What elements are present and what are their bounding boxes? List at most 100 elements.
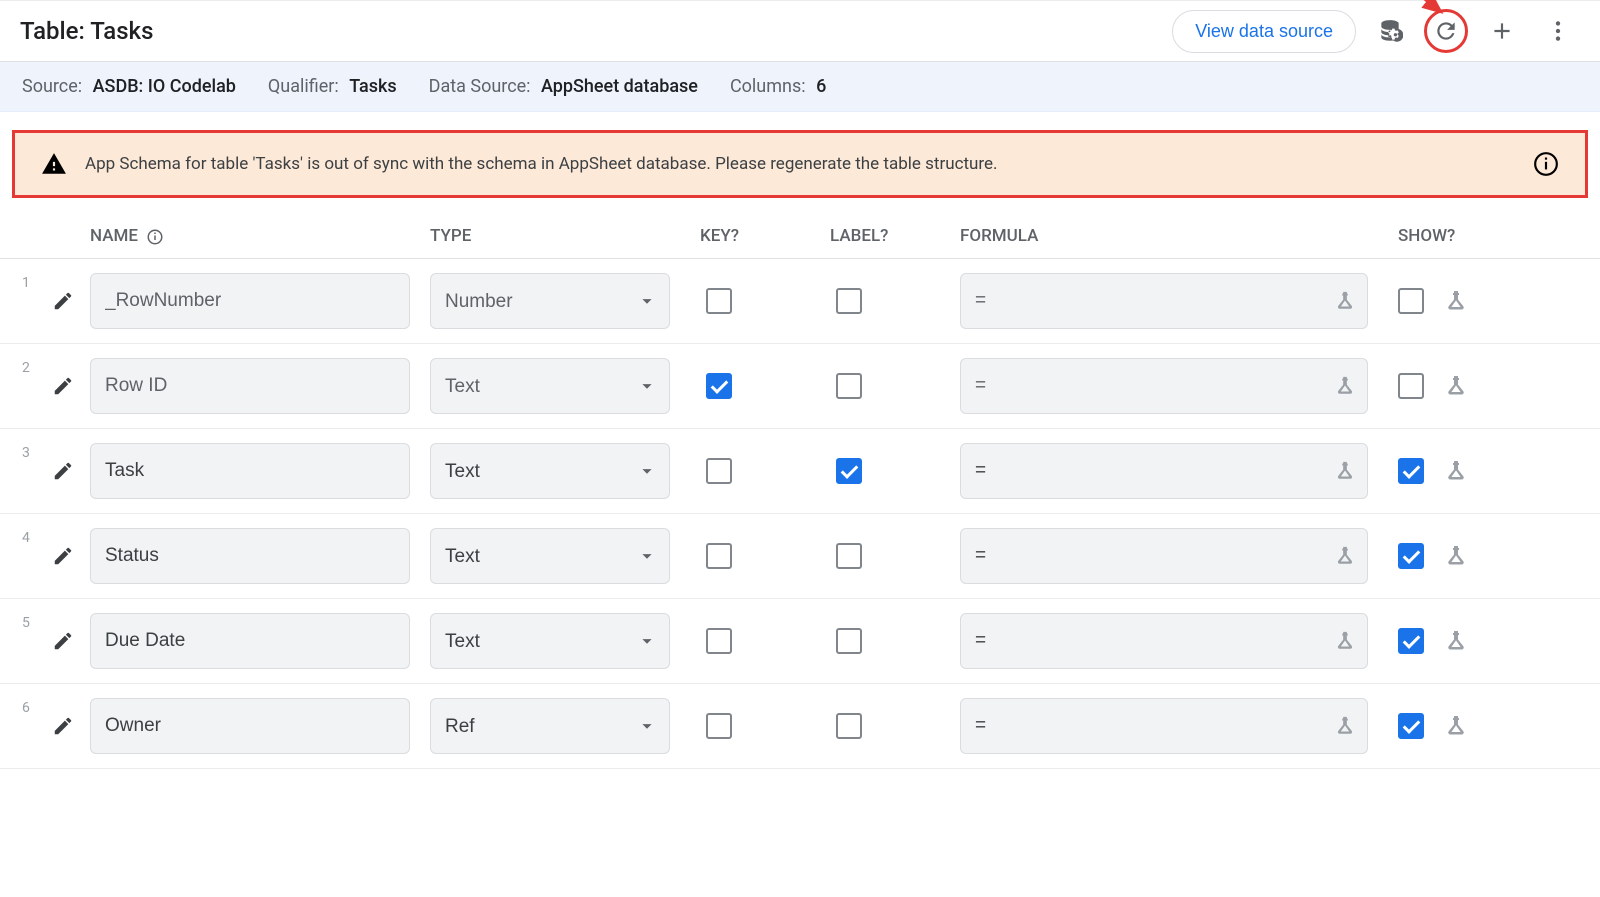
table-row: 3 Text <box>0 429 1600 514</box>
key-checkbox[interactable] <box>706 458 732 484</box>
flask-icon[interactable] <box>1444 459 1468 483</box>
show-checkbox[interactable] <box>1398 628 1424 654</box>
column-name-input[interactable] <box>90 698 410 754</box>
pencil-icon <box>52 460 74 482</box>
add-button[interactable] <box>1480 9 1524 53</box>
formula-input[interactable] <box>960 528 1368 584</box>
qualifier-field: Qualifier: Tasks <box>268 76 397 97</box>
source-label: Source: <box>22 76 82 97</box>
col-header-show: SHOW? <box>1398 226 1578 246</box>
label-checkbox[interactable] <box>836 713 862 739</box>
columns-field: Columns: 6 <box>730 76 826 97</box>
flask-icon[interactable] <box>1444 714 1468 738</box>
table-row: 4 Text <box>0 514 1600 599</box>
show-checkbox[interactable] <box>1398 543 1424 569</box>
col-header-label: LABEL? <box>830 226 960 246</box>
flask-icon[interactable] <box>1444 629 1468 653</box>
datasource-value: AppSheet database <box>541 76 698 97</box>
database-gear-icon <box>1377 18 1403 44</box>
column-name-input[interactable] <box>90 443 410 499</box>
qualifier-value: Tasks <box>349 76 396 97</box>
refresh-icon <box>1433 18 1459 44</box>
pencil-icon <box>52 630 74 652</box>
show-checkbox[interactable] <box>1398 713 1424 739</box>
edit-button[interactable] <box>46 284 80 318</box>
formula-input[interactable] <box>960 273 1368 329</box>
label-checkbox[interactable] <box>836 288 862 314</box>
column-type-select[interactable]: Text <box>430 358 670 414</box>
edit-button[interactable] <box>46 369 80 403</box>
info-icon[interactable] <box>1533 151 1559 177</box>
more-button[interactable] <box>1536 9 1580 53</box>
edit-button[interactable] <box>46 709 80 743</box>
table-row: 5 Text <box>0 599 1600 684</box>
pencil-icon <box>52 715 74 737</box>
show-checkbox[interactable] <box>1398 288 1424 314</box>
flask-icon[interactable] <box>1444 374 1468 398</box>
formula-input[interactable] <box>960 698 1368 754</box>
row-number: 4 <box>22 528 46 546</box>
column-name-input[interactable] <box>90 358 410 414</box>
key-checkbox[interactable] <box>706 713 732 739</box>
flask-icon[interactable] <box>1334 715 1356 737</box>
flask-icon[interactable] <box>1334 460 1356 482</box>
flask-icon[interactable] <box>1334 290 1356 312</box>
topbar: Table: Tasks View data source <box>0 0 1600 62</box>
columns-header: NAME TYPE KEY? LABEL? FORMULA SHOW? <box>0 208 1600 259</box>
datasource-field: Data Source: AppSheet database <box>429 76 698 97</box>
source-value: ASDB: IO Codelab <box>93 76 236 97</box>
metadata-bar: Source: ASDB: IO Codelab Qualifier: Task… <box>0 62 1600 112</box>
col-header-key: KEY? <box>700 226 830 246</box>
label-checkbox[interactable] <box>836 543 862 569</box>
key-checkbox[interactable] <box>706 628 732 654</box>
column-type-select[interactable]: Text <box>430 443 670 499</box>
col-header-name: NAME <box>90 226 430 246</box>
flask-icon[interactable] <box>1334 630 1356 652</box>
key-checkbox[interactable] <box>706 288 732 314</box>
table-row: 1 Number <box>0 259 1600 344</box>
column-name-input[interactable] <box>90 273 410 329</box>
row-number: 3 <box>22 443 46 461</box>
formula-input[interactable] <box>960 358 1368 414</box>
info-icon[interactable] <box>146 228 164 246</box>
warning-highlight: App Schema for table 'Tasks' is out of s… <box>12 130 1588 198</box>
column-type-select[interactable]: Ref <box>430 698 670 754</box>
view-data-source-button[interactable]: View data source <box>1172 10 1356 53</box>
source-field: Source: ASDB: IO Codelab <box>22 76 236 97</box>
column-type-select[interactable]: Number <box>430 273 670 329</box>
column-type-select[interactable]: Text <box>430 528 670 584</box>
column-name-input[interactable] <box>90 528 410 584</box>
label-checkbox[interactable] <box>836 628 862 654</box>
key-checkbox[interactable] <box>706 373 732 399</box>
show-checkbox[interactable] <box>1398 373 1424 399</box>
formula-input[interactable] <box>960 443 1368 499</box>
qualifier-label: Qualifier: <box>268 76 339 97</box>
show-checkbox[interactable] <box>1398 458 1424 484</box>
label-checkbox[interactable] <box>836 458 862 484</box>
flask-icon[interactable] <box>1334 375 1356 397</box>
flask-icon[interactable] <box>1444 289 1468 313</box>
key-checkbox[interactable] <box>706 543 732 569</box>
flask-icon[interactable] <box>1444 544 1468 568</box>
edit-button[interactable] <box>46 624 80 658</box>
formula-input[interactable] <box>960 613 1368 669</box>
column-name-input[interactable] <box>90 613 410 669</box>
warning-text: App Schema for table 'Tasks' is out of s… <box>85 154 998 174</box>
pencil-icon <box>52 290 74 312</box>
edit-button[interactable] <box>46 539 80 573</box>
more-vert-icon <box>1545 18 1571 44</box>
col-header-formula: FORMULA <box>960 226 1398 246</box>
col-header-type: TYPE <box>430 226 700 246</box>
row-number: 6 <box>22 698 46 716</box>
label-checkbox[interactable] <box>836 373 862 399</box>
regenerate-button[interactable] <box>1424 9 1468 53</box>
row-number: 2 <box>22 358 46 376</box>
edit-button[interactable] <box>46 454 80 488</box>
columns-value: 6 <box>816 76 826 97</box>
flask-icon[interactable] <box>1334 545 1356 567</box>
column-type-select[interactable]: Text <box>430 613 670 669</box>
alert-icon <box>41 151 67 177</box>
data-settings-button[interactable] <box>1368 9 1412 53</box>
table-row: 6 Ref <box>0 684 1600 769</box>
row-number: 5 <box>22 613 46 631</box>
